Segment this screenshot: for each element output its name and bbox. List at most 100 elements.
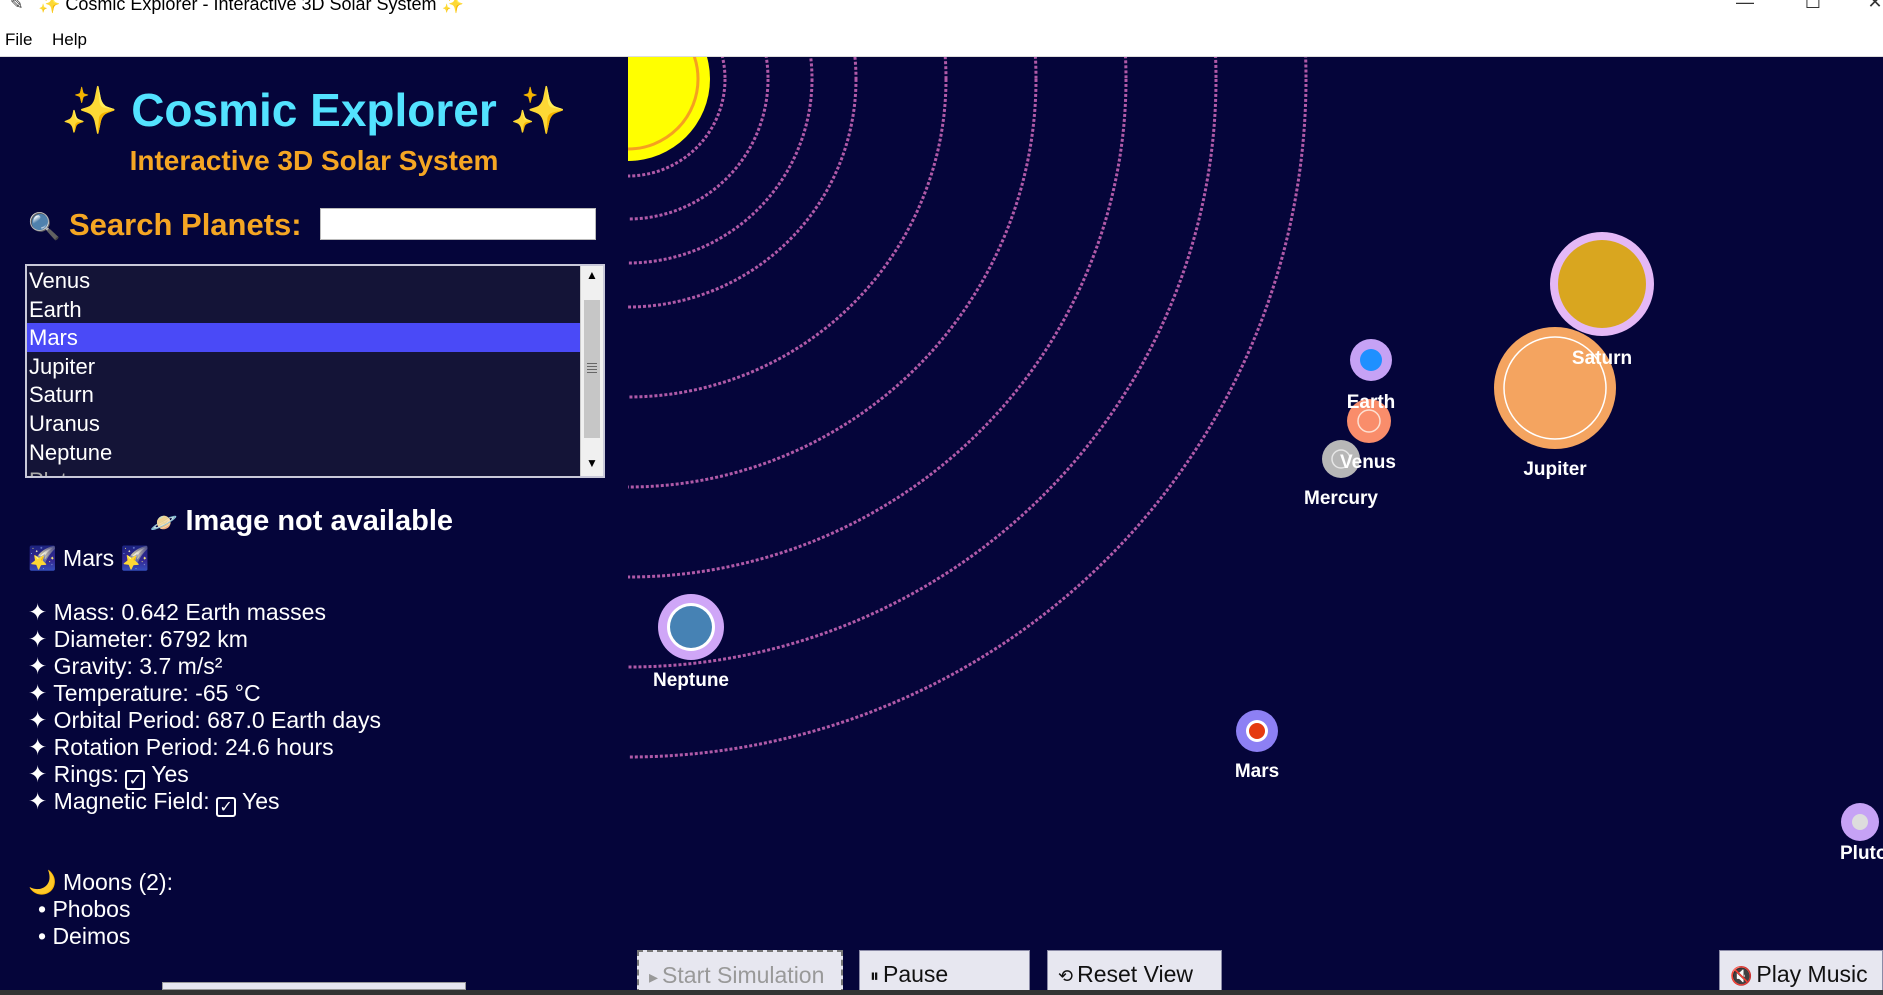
solar-system-canvas[interactable]: Saturn Earth Venus Jupiter Mercury Neptu… (628, 57, 1883, 995)
moon-icon: 🌙 (28, 869, 57, 895)
fact-text: Magnetic Field: (53, 788, 210, 814)
planet-mars[interactable] (1236, 710, 1278, 752)
menu-bar: File Help (0, 16, 1883, 57)
shooting-star-icon: 🌠 (28, 545, 57, 571)
listbox-scrollbar[interactable]: ▲ ▼ (580, 266, 603, 476)
menu-help[interactable]: Help (52, 30, 87, 50)
reset-icon: ⟲ (1058, 966, 1074, 986)
planet-name: 🌠 Mars 🌠 (28, 545, 149, 572)
orbit-path (628, 57, 1308, 759)
saturn-label: Saturn (1572, 348, 1632, 369)
fact-value: Yes (242, 788, 280, 814)
planet-icon: 🪐 (150, 510, 178, 535)
planet-listbox[interactable]: Venus Earth Mars Jupiter Saturn Uranus N… (25, 264, 605, 478)
venus-label: Venus (1340, 452, 1396, 473)
planet-pluto[interactable] (1841, 803, 1879, 841)
magnifier-icon: 🔍 (28, 211, 61, 241)
bullet-icon: ✦ (28, 653, 48, 679)
orbit-paths (628, 57, 1308, 759)
grip-line (587, 372, 597, 373)
planet-name-text: Mars (63, 545, 115, 571)
neptune-label: Neptune (653, 670, 729, 691)
bullet-icon: ✦ (28, 707, 48, 733)
maximize-button[interactable]: ☐ (1793, 0, 1833, 13)
fact-text: Rotation Period: 24.6 hours (53, 734, 334, 760)
saturn-body (1558, 240, 1646, 328)
grip-line (587, 366, 597, 367)
fact-value: Yes (151, 761, 189, 787)
planet-jupiter[interactable] (1494, 327, 1616, 449)
sparkle-icon: ✨ (61, 84, 119, 136)
scroll-up-icon[interactable]: ▲ (581, 268, 603, 282)
bullet-icon: ✦ (28, 626, 48, 652)
pluto-body (1852, 814, 1868, 830)
start-simulation-label: Start Simulation (662, 962, 825, 988)
planet-earth[interactable] (1350, 339, 1392, 381)
pause-icon: ⏸ (870, 966, 879, 986)
checkmark-icon: ✓ (216, 797, 237, 817)
reset-view-label: Reset View (1077, 961, 1194, 987)
solar-system-svg[interactable]: Saturn Earth Venus Jupiter Mercury Neptu… (628, 57, 1883, 995)
app-title: ✨ Cosmic Explorer ✨ (0, 83, 628, 138)
list-item[interactable]: Saturn (27, 380, 582, 409)
search-input[interactable] (320, 208, 596, 240)
muted-speaker-icon: 🔇 (1730, 966, 1753, 986)
fact-rings: ✦ Rings: ✓ Yes (28, 761, 381, 790)
sun[interactable] (628, 57, 710, 161)
scroll-down-icon[interactable]: ▼ (581, 456, 603, 470)
bullet-icon: ✦ (28, 680, 48, 706)
orbit-path (628, 57, 1128, 579)
planet-facts: ✦ Mass: 0.642 Earth masses ✦ Diameter: 6… (28, 599, 381, 817)
fact-text: Diameter: 6792 km (53, 626, 248, 652)
moon-item: • Phobos (38, 896, 131, 922)
image-placeholder: 🪐 Image not available (150, 505, 453, 538)
list-item[interactable]: Venus (27, 266, 582, 295)
reset-view-button[interactable]: ⟲ Reset View (1047, 950, 1222, 995)
mars-label: Mars (1235, 761, 1279, 782)
bullet-icon: ✦ (28, 599, 48, 625)
list-item[interactable]: Pluto (27, 466, 582, 476)
app-icon: ✎ (10, 0, 24, 13)
play-music-button[interactable]: 🔇 Play Music (1719, 950, 1883, 995)
list-item[interactable]: Earth (27, 295, 582, 324)
start-simulation-button[interactable]: ▸ Start Simulation (637, 950, 843, 995)
bullet-icon: ✦ (28, 761, 48, 787)
grip-line (587, 363, 597, 364)
close-button[interactable]: ✕ (1855, 0, 1883, 13)
minimize-button[interactable]: — (1725, 0, 1765, 13)
search-label-text: Search Planets: (69, 207, 302, 242)
list-item[interactable]: Neptune (27, 438, 582, 467)
window-title: ✨ Cosmic Explorer - Interactive 3D Solar… (38, 0, 464, 14)
moons-title-text: Moons (2): (63, 869, 173, 895)
menu-file[interactable]: File (5, 30, 32, 50)
bullet-icon: ✦ (28, 788, 48, 814)
jupiter-label: Jupiter (1523, 459, 1587, 480)
list-item[interactable]: Uranus (27, 409, 582, 438)
fact-diameter: ✦ Diameter: 6792 km (28, 626, 381, 653)
fact-temperature: ✦ Temperature: -65 °C (28, 680, 381, 707)
image-placeholder-text: Image not available (185, 505, 454, 537)
pause-button[interactable]: ⏸ Pause (859, 950, 1030, 995)
fact-text: Rings: (53, 761, 119, 787)
earth-body (1360, 349, 1382, 371)
pluto-label: Pluto (1840, 843, 1883, 864)
list-item[interactable]: Jupiter (27, 352, 582, 381)
scrollbar-thumb[interactable] (584, 300, 600, 438)
pause-label: Pause (883, 961, 949, 987)
earth-label: Earth (1347, 392, 1396, 413)
fact-mass: ✦ Mass: 0.642 Earth masses (28, 599, 381, 626)
planet-saturn[interactable] (1550, 232, 1654, 336)
moons-title: 🌙 Moons (2): (28, 869, 173, 896)
fact-magnetic-field: ✦ Magnetic Field: ✓ Yes (28, 788, 381, 817)
fact-text: Orbital Period: 687.0 Earth days (53, 707, 381, 733)
search-label: 🔍 Search Planets: (28, 207, 302, 243)
fact-text: Gravity: 3.7 m/s² (53, 653, 223, 679)
planet-neptune[interactable] (658, 594, 724, 660)
fact-rotation-period: ✦ Rotation Period: 24.6 hours (28, 734, 381, 761)
moons-section: 🌙 Moons (2): • Phobos • Deimos (28, 869, 173, 950)
play-icon: ▸ (649, 967, 659, 987)
play-music-label: Play Music (1756, 961, 1868, 987)
sidebar-bottom-button[interactable] (162, 982, 466, 990)
list-item-selected[interactable]: Mars (27, 323, 582, 352)
shooting-star-icon: 🌠 (120, 545, 150, 571)
